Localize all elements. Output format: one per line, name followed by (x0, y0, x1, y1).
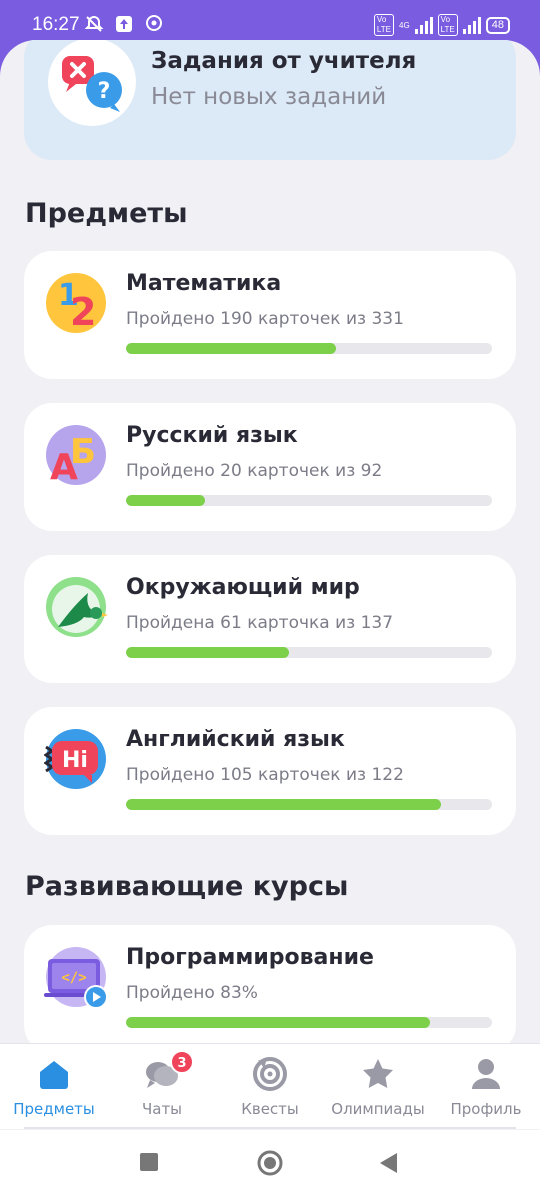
subject-title: Английский язык (126, 727, 345, 752)
course-progress-text: Пройдено 83% (126, 983, 258, 1003)
progress-bar (126, 799, 492, 810)
divider (24, 1127, 516, 1129)
main-content: ? Задания от учителя Нет новых заданий П… (0, 40, 540, 1200)
volte-icon-2: Vo LTE (437, 14, 458, 36)
progress-bar (126, 647, 492, 658)
battery-icon: 48 (485, 16, 510, 34)
nav-chats[interactable]: 3 Чаты (108, 1050, 216, 1118)
volte-icon: Vo LTE (373, 14, 394, 36)
subject-card-english[interactable]: Hi Английский язык Пройдено 105 карточек… (24, 707, 516, 835)
subject-title: Математика (126, 271, 282, 296)
progress-bar (126, 1017, 492, 1028)
nav-quests[interactable]: Квесты (216, 1056, 324, 1118)
hi-speech-icon: Hi (44, 729, 106, 789)
svg-text:?: ? (98, 79, 111, 104)
course-title: Программирование (126, 945, 374, 970)
nav-label: Чаты (141, 1100, 183, 1118)
progress-bar (126, 495, 492, 506)
assistant-icon (146, 15, 162, 31)
nav-profile[interactable]: Профиль (432, 1056, 540, 1118)
subject-card-math[interactable]: 1 2 Математика Пройдено 190 карточек из … (24, 251, 516, 379)
teacher-tasks-icon: ? (48, 40, 136, 126)
nav-label: Предметы (13, 1100, 95, 1118)
upload-icon (116, 16, 132, 32)
nav-olympiads[interactable]: Олимпиады (324, 1056, 432, 1118)
subject-progress-text: Пройдено 190 карточек из 331 (126, 309, 404, 329)
subject-progress-text: Пройдено 105 карточек из 122 (126, 765, 404, 785)
subject-card-world[interactable]: Окружающий мир Пройдена 61 карточка из 1… (24, 555, 516, 683)
progress-fill (126, 647, 289, 658)
progress-bar (126, 343, 492, 354)
home-button[interactable] (257, 1150, 283, 1176)
subject-title: Русский язык (126, 423, 298, 448)
subject-progress-text: Пройдена 61 карточка из 137 (126, 613, 394, 633)
teacher-tasks-title: Задания от учителя (151, 48, 417, 74)
russian-icon: Б А (46, 425, 106, 487)
nav-label: Квесты (241, 1100, 299, 1118)
profile-icon (472, 1059, 500, 1089)
svg-text:А: А (50, 447, 78, 487)
system-navigation-bar (0, 1130, 540, 1200)
subject-progress-text: Пройдено 20 карточек из 92 (126, 461, 383, 481)
teacher-tasks-subtitle: Нет новых заданий (151, 84, 387, 110)
svg-text:Hi: Hi (62, 748, 88, 773)
subject-title: Окружающий мир (126, 575, 360, 600)
progress-fill (126, 495, 206, 506)
nav-label: Профиль (450, 1100, 522, 1118)
star-icon (363, 1059, 393, 1088)
chat-badge: 3 (170, 1050, 194, 1074)
nav-subjects[interactable]: Предметы (0, 1056, 108, 1118)
courses-heading: Развивающие курсы (25, 871, 349, 902)
bottom-navigation: Предметы 3 Чаты Квесты Олимпиады Профиль (0, 1043, 540, 1129)
home-icon (40, 1061, 68, 1089)
notifications-off-icon (84, 15, 104, 32)
svg-text:2: 2 (70, 290, 96, 334)
svg-text:</>: </> (61, 970, 86, 986)
progress-fill (126, 799, 442, 810)
nav-label: Олимпиады (331, 1100, 425, 1118)
target-icon (253, 1057, 287, 1091)
course-card-programming[interactable]: </> Программирование Пройдено 83% (24, 925, 516, 1053)
subjects-heading: Предметы (25, 198, 188, 229)
bird-icon (46, 577, 108, 637)
progress-fill (126, 1017, 430, 1028)
network-type: 4G (399, 20, 410, 30)
back-button[interactable] (378, 1152, 398, 1174)
subject-card-russian[interactable]: Б А Русский язык Пройдено 20 карточек из… (24, 403, 516, 531)
math-icon: 1 2 (46, 273, 106, 334)
teacher-tasks-card[interactable]: ? Задания от учителя Нет новых заданий (24, 40, 516, 160)
signal-icon-2 (462, 16, 481, 34)
progress-fill (126, 343, 337, 354)
status-time: 16:27 (32, 14, 80, 35)
programming-icon: </> (44, 947, 108, 1009)
signal-icon (414, 16, 433, 34)
recents-button[interactable] (139, 1152, 159, 1172)
